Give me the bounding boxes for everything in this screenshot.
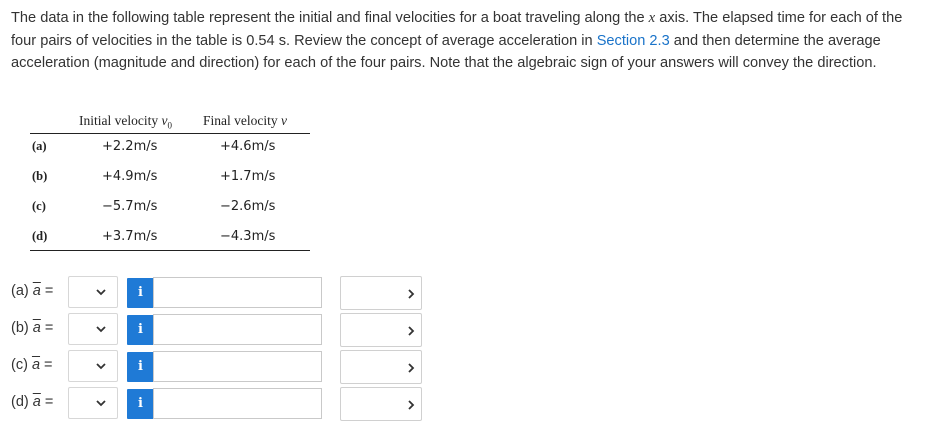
info-button[interactable]: i — [127, 352, 154, 382]
chevron-down-icon — [96, 326, 106, 333]
equals-sign: = — [40, 394, 54, 410]
row-label: (c) — [32, 199, 46, 213]
answer-prefix: (c) — [11, 357, 28, 373]
answer-row-c: (c) a = i — [0, 350, 929, 384]
unit-select[interactable] — [340, 387, 422, 421]
final-velocity-cell: +1.7m/s — [220, 169, 276, 184]
answer-row-b: (b) a = i — [0, 313, 929, 347]
chevron-down-icon — [96, 363, 106, 370]
table-bottom-rule — [30, 250, 310, 251]
answer-input[interactable] — [153, 351, 322, 382]
header-final-text: Final velocity — [203, 113, 281, 128]
answer-label: (a) a = — [11, 283, 53, 299]
prompt-text-1: The data in the following table represen… — [11, 10, 649, 26]
table-row: (c) −5.7m/s −2.6m/s — [30, 199, 310, 219]
chevron-right-icon — [408, 363, 415, 373]
avg-accel-symbol: a — [31, 357, 41, 373]
header-initial-velocity: Initial velocity v0 — [79, 113, 172, 131]
final-velocity-cell: −4.3m/s — [220, 229, 276, 244]
sign-select[interactable] — [68, 387, 118, 419]
header-initial-text: Initial velocity — [79, 113, 162, 128]
header-final-velocity: Final velocity v — [203, 113, 287, 131]
avg-accel-symbol: a — [32, 320, 41, 336]
answer-row-d: (d) a = i — [0, 387, 929, 421]
initial-velocity-cell: +2.2m/s — [102, 139, 158, 154]
unit-select[interactable] — [340, 350, 422, 384]
table-row: (a) +2.2m/s +4.6m/s — [30, 139, 310, 159]
unit-select[interactable] — [340, 313, 422, 347]
answer-prefix: (b) — [11, 320, 29, 336]
sign-select[interactable] — [68, 350, 118, 382]
equals-sign: = — [40, 283, 54, 299]
final-velocity-cell: −2.6m/s — [220, 199, 276, 214]
equals-sign: = — [40, 357, 53, 373]
chevron-down-icon — [96, 289, 106, 296]
answer-row-a: (a) a = i — [0, 276, 929, 310]
row-label: (a) — [32, 139, 47, 153]
avg-accel-symbol: a — [32, 283, 41, 299]
chevron-right-icon — [408, 289, 415, 299]
answer-label: (d) a = — [11, 394, 53, 410]
sign-select[interactable] — [68, 276, 118, 308]
chevron-down-icon — [96, 400, 106, 407]
header-initial-sub: 0 — [167, 120, 172, 131]
answer-label: (b) a = — [11, 320, 53, 336]
table-row: (b) +4.9m/s +1.7m/s — [30, 169, 310, 189]
header-final-var: v — [281, 113, 287, 128]
info-button[interactable]: i — [127, 278, 154, 308]
section-link[interactable]: Section 2.3 — [597, 33, 670, 49]
answer-input[interactable] — [153, 388, 322, 419]
final-velocity-cell: +4.6m/s — [220, 139, 276, 154]
info-button[interactable]: i — [127, 315, 154, 345]
initial-velocity-cell: +4.9m/s — [102, 169, 158, 184]
chevron-right-icon — [408, 400, 415, 410]
row-label: (d) — [32, 229, 48, 243]
answer-prefix: (a) — [11, 283, 29, 299]
unit-select[interactable] — [340, 276, 422, 310]
table-row: (d) +3.7m/s −4.3m/s — [30, 229, 310, 249]
sign-select[interactable] — [68, 313, 118, 345]
row-label: (b) — [32, 169, 48, 183]
answer-input[interactable] — [153, 277, 322, 308]
table-top-rule — [30, 133, 310, 134]
problem-statement: The data in the following table represen… — [11, 7, 923, 75]
info-button[interactable]: i — [127, 389, 154, 419]
answer-label: (c) a = — [11, 357, 53, 373]
equals-sign: = — [40, 320, 54, 336]
answer-input[interactable] — [153, 314, 322, 345]
initial-velocity-cell: +3.7m/s — [102, 229, 158, 244]
initial-velocity-cell: −5.7m/s — [102, 199, 158, 214]
answer-prefix: (d) — [11, 394, 29, 410]
chevron-right-icon — [408, 326, 415, 336]
avg-accel-symbol: a — [32, 394, 41, 410]
